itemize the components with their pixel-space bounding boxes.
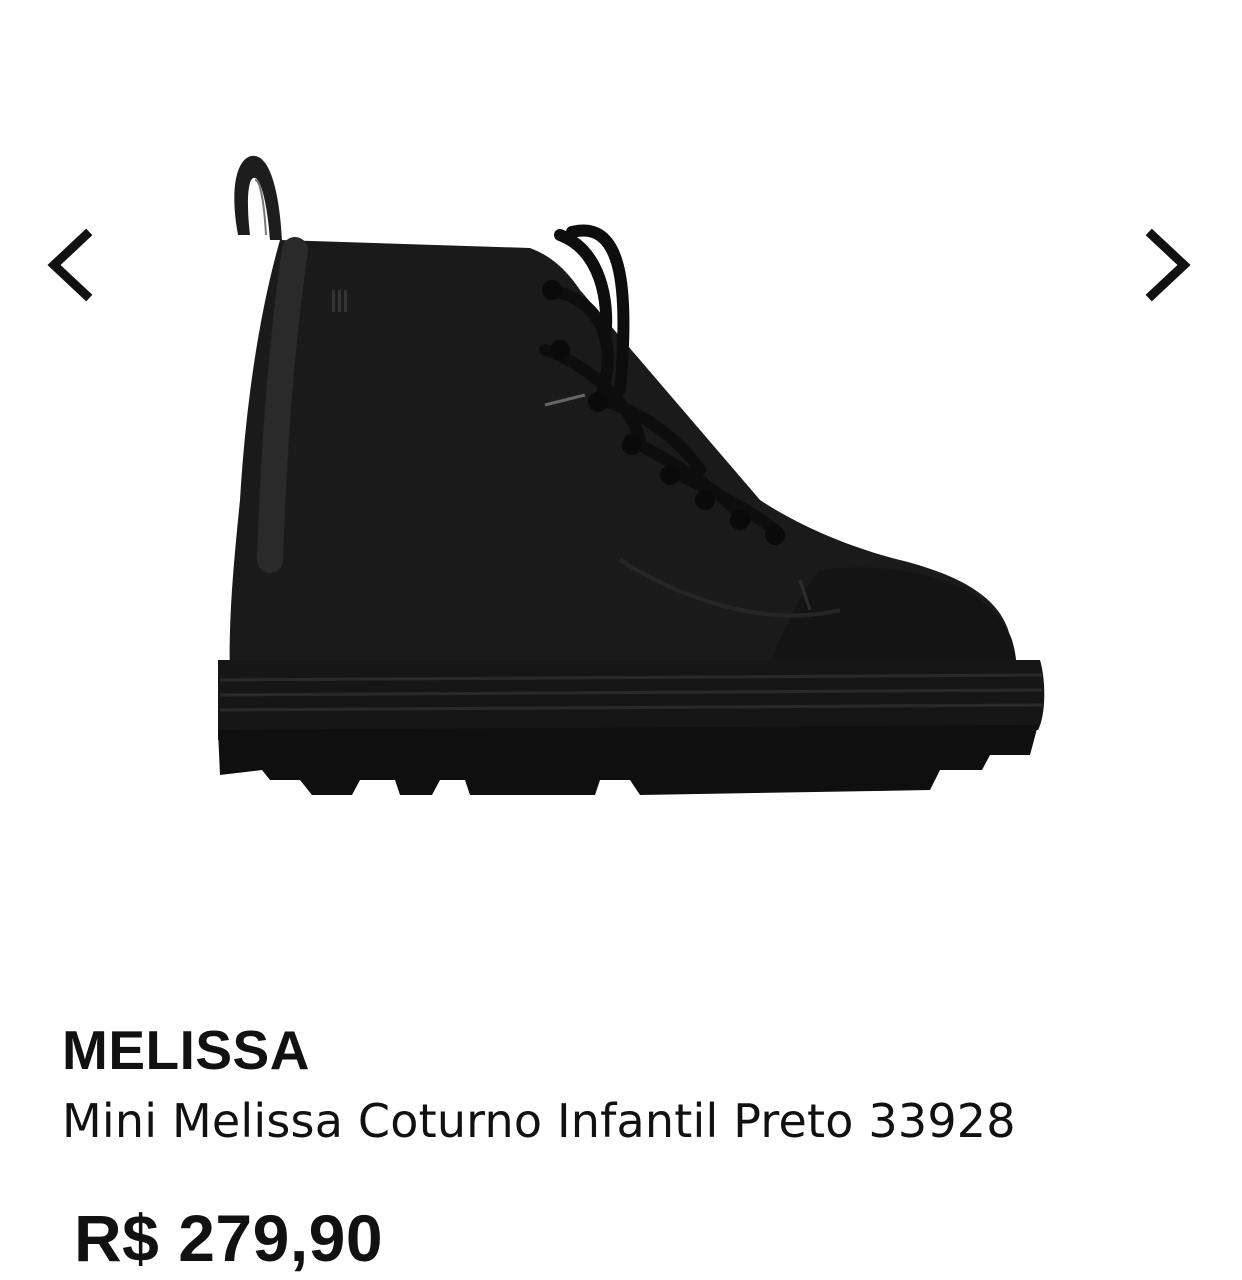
product-price: R$ 279,90 [74, 1201, 384, 1275]
product-info: MELISSA Mini Melissa Coturno Infantil Pr… [62, 1018, 1182, 1152]
product-title: Mini Melissa Coturno Infantil Preto 3392… [62, 1094, 1016, 1148]
brand-name: MELISSA [62, 1019, 310, 1081]
chevron-right-icon [1145, 228, 1191, 302]
previous-image-button[interactable] [30, 220, 110, 310]
next-image-button[interactable] [1128, 220, 1208, 310]
chevron-left-icon [47, 228, 93, 302]
product-gallery [0, 0, 1242, 960]
product-image [218, 155, 1045, 795]
